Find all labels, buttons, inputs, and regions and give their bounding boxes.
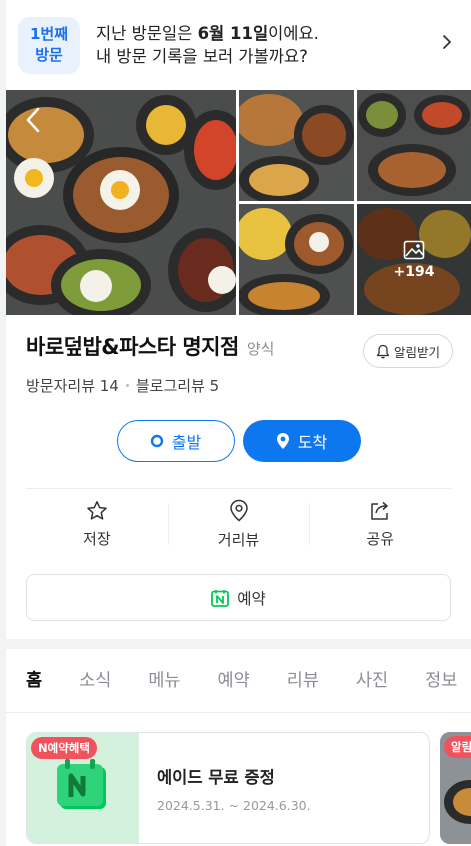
coupon-body: 에이드 무료 증정 2024.5.31. ~ 2024.6.30. (139, 733, 311, 843)
start-route-button[interactable]: 출발 (116, 420, 235, 462)
notify-button[interactable]: 알림받기 (362, 334, 453, 368)
photo-thumb-1[interactable] (239, 90, 354, 201)
arrive-label: 도착 (297, 433, 328, 452)
separator-dot (125, 384, 129, 387)
food-photo-image (239, 204, 354, 315)
visit-message: 지난 방문일은 6월 11일이에요. 내 방문 기록을 보러 가볼까요? (96, 22, 319, 68)
food-photo-image (357, 90, 471, 201)
coupon-tag: N예약혜택 (31, 737, 97, 759)
place-name: 바로덮밥&파스타 명지점 (26, 335, 239, 359)
food-photo-image (239, 90, 354, 201)
street-view-button[interactable]: 거리뷰 (167, 489, 310, 559)
last-visit-date: 6월 11일 (197, 24, 269, 43)
visitor-review-count[interactable]: 방문자리뷰 14 (26, 375, 119, 396)
arrive-route-button[interactable]: 도착 (242, 420, 361, 462)
notify-label: 알림받기 (393, 344, 440, 360)
share-button[interactable]: 공유 (309, 489, 451, 559)
coupon-title: 에이드 무료 증정 (157, 767, 275, 787)
save-label: 저장 (83, 529, 111, 548)
start-point-icon (150, 434, 163, 448)
tab-info[interactable]: 정보 (425, 649, 457, 712)
star-icon (87, 500, 107, 520)
action-bar: 저장 거리뷰 공유 (26, 489, 451, 559)
save-button[interactable]: 저장 (26, 489, 168, 559)
tab-reviews[interactable]: 리뷰 (287, 649, 319, 712)
visit-count-badge: 1번째 방문 (18, 16, 80, 74)
visit-history-banner[interactable]: 1번째 방문 지난 방문일은 6월 11일이에요. 내 방문 기록을 보러 가볼… (6, 0, 471, 90)
photo-gallery: +194 (6, 90, 471, 315)
visit-message-line2: 내 방문 기록을 보러 가볼까요? (96, 47, 308, 66)
back-arrow-icon[interactable] (24, 106, 42, 134)
visit-text-after: 이에요. (268, 24, 319, 43)
coupon-tag-next: 알림받기 (444, 736, 471, 758)
section-gap (6, 639, 471, 649)
coupon-carousel: N예약혜택 에이드 무료 증정 2024.5.31. ~ 2024.6.30. … (6, 713, 471, 846)
share-label: 공유 (366, 529, 394, 548)
coupon-card[interactable]: N예약혜택 에이드 무료 증정 2024.5.31. ~ 2024.6.30. (26, 732, 430, 844)
coupon-card-next[interactable]: 알림받기 (440, 732, 471, 844)
photo-thumb-more[interactable]: +194 (357, 204, 471, 315)
blog-review-count[interactable]: 블로그리뷰 5 (136, 375, 219, 396)
more-photos-overlay: +194 (357, 204, 471, 315)
map-pin-icon (276, 433, 289, 449)
bell-icon (376, 344, 390, 358)
visit-word-label: 방문 (35, 46, 63, 64)
route-buttons: 출발 도착 (6, 420, 471, 462)
main-photo[interactable] (6, 90, 236, 315)
tab-photos[interactable]: 사진 (356, 649, 388, 712)
tab-home[interactable]: 홈 (24, 649, 44, 712)
photo-thumb-3[interactable] (239, 204, 354, 315)
gallery-icon (403, 240, 425, 259)
tab-menu[interactable]: 메뉴 (148, 649, 180, 712)
street-view-label: 거리뷰 (217, 530, 260, 549)
coupon-period: 2024.5.31. ~ 2024.6.30. (157, 797, 311, 813)
reserve-button[interactable]: 예약 (26, 574, 451, 621)
start-label: 출발 (171, 433, 202, 452)
visit-text-before: 지난 방문일은 (96, 24, 198, 43)
naver-reserve-icon (211, 589, 230, 607)
place-detail-page: 1번째 방문 지난 방문일은 6월 11일이에요. 내 방문 기록을 보러 가볼… (6, 0, 471, 846)
share-icon (371, 501, 388, 520)
visit-count-label: 1번째 (29, 25, 69, 43)
place-category: 양식 (246, 340, 275, 358)
coupon-image: N예약혜택 (27, 733, 139, 843)
reserve-label: 예약 (237, 589, 266, 608)
tab-reservation[interactable]: 예약 (218, 649, 250, 712)
chevron-right-icon (443, 35, 451, 49)
review-summary: 방문자리뷰 14 블로그리뷰 5 (26, 375, 451, 396)
tab-bar: 홈 소식 메뉴 예약 리뷰 사진 정보 (6, 649, 471, 713)
place-title-area: 바로덮밥&파스타 명지점 양식 알림받기 방문자리뷰 14 블로그리뷰 5 (6, 315, 471, 396)
photo-thumb-2[interactable] (357, 90, 471, 201)
tab-news[interactable]: 소식 (79, 649, 111, 712)
more-photos-count: +194 (393, 263, 435, 280)
location-pin-icon (229, 499, 248, 521)
visit-message-line1: 지난 방문일은 6월 11일이에요. (96, 22, 319, 45)
